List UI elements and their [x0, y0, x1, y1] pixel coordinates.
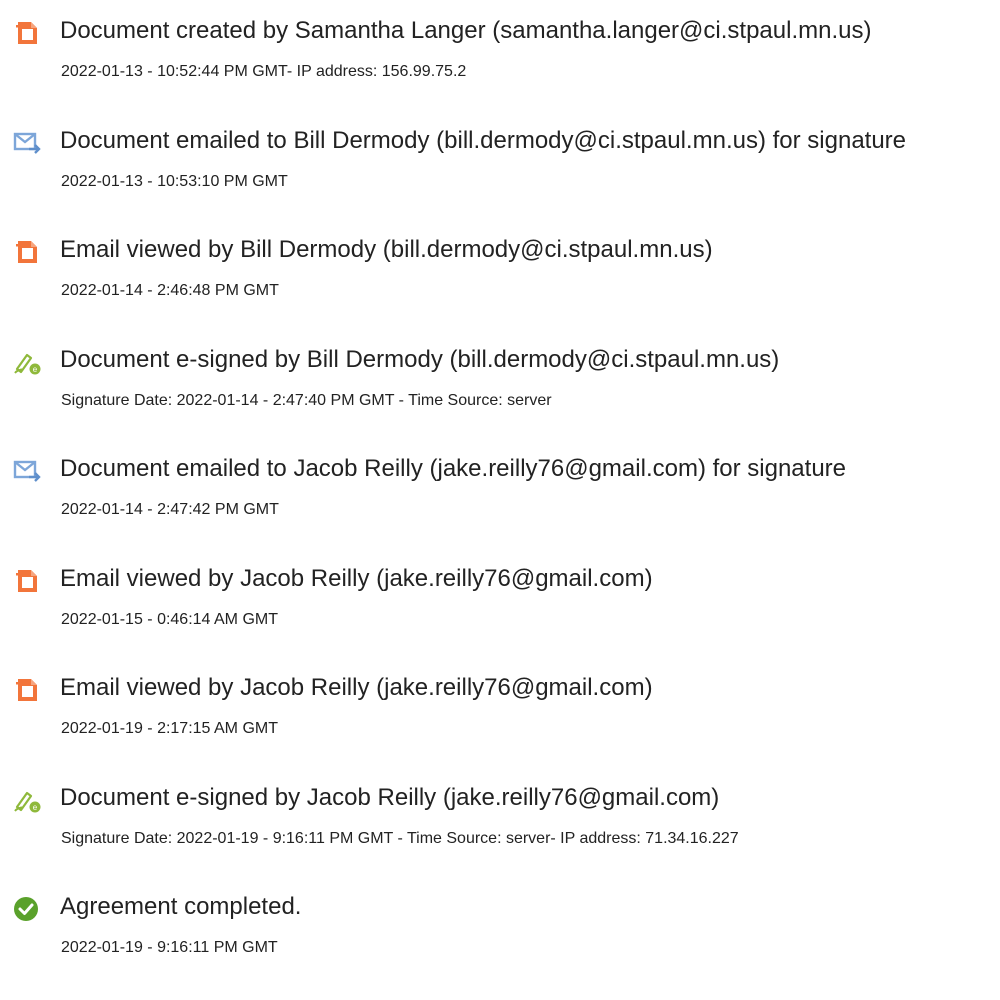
document-viewed-icon — [12, 237, 42, 267]
event-detail: Signature Date: 2022-01-14 - 2:47:40 PM … — [61, 391, 552, 409]
document-viewed-icon — [12, 566, 42, 596]
event-detail: Signature Date: 2022-01-19 - 9:16:11 PM … — [61, 829, 739, 847]
audit-event-esigned: e Document e-signed by Bill Dermody (bil… — [12, 343, 992, 453]
event-detail: 2022-01-13 - 10:53:10 PM GMT — [61, 172, 288, 190]
event-detail: 2022-01-15 - 0:46:14 AM GMT — [61, 610, 278, 628]
event-detail: 2022-01-13 - 10:52:44 PM GMT- IP address… — [61, 63, 467, 80]
audit-event-completed: Agreement completed. 2022-01-19 - 9:16:1… — [12, 890, 992, 1000]
audit-event-emailed: Document emailed to Jacob Reilly (jake.r… — [12, 452, 992, 562]
audit-event-email-viewed: Email viewed by Bill Dermody (bill.dermo… — [12, 233, 992, 343]
event-title: Agreement completed. — [60, 893, 302, 920]
event-detail: 2022-01-14 - 2:47:42 PM GMT — [61, 501, 279, 518]
audit-event-email-viewed: Email viewed by Jacob Reilly (jake.reill… — [12, 562, 992, 672]
event-title: Email viewed by Jacob Reilly (jake.reill… — [60, 564, 653, 592]
event-title: Document emailed to Jacob Reilly (jake.r… — [60, 455, 847, 482]
event-title: Email viewed by Bill Dermody (bill.dermo… — [60, 236, 713, 263]
audit-trail-list: Document created by Samantha Langer (sam… — [12, 0, 992, 1000]
esign-pen-icon: e — [12, 347, 42, 377]
event-title: Email viewed by Jacob Reilly (jake.reill… — [60, 674, 653, 701]
audit-event-esigned: e Document e-signed by Jacob Reilly (jak… — [12, 781, 992, 891]
email-sent-icon — [12, 456, 42, 486]
event-title: Document created by Samantha Langer (sam… — [60, 17, 872, 44]
svg-text:e: e — [33, 365, 38, 374]
email-sent-icon — [12, 128, 42, 158]
event-detail: 2022-01-14 - 2:46:48 PM GMT — [61, 282, 279, 299]
event-title: Document e-signed by Jacob Reilly (jake.… — [60, 783, 720, 811]
event-detail: 2022-01-19 - 2:17:15 AM GMT — [61, 720, 278, 737]
svg-text:e: e — [33, 803, 38, 812]
document-viewed-icon — [12, 675, 42, 705]
event-detail: 2022-01-19 - 9:16:11 PM GMT — [61, 939, 278, 956]
esign-pen-icon: e — [12, 785, 42, 815]
event-title: Document e-signed by Bill Dermody (bill.… — [60, 345, 780, 373]
audit-event-emailed: Document emailed to Bill Dermody (bill.d… — [12, 124, 992, 234]
completed-check-icon — [12, 894, 42, 924]
audit-event-email-viewed: Email viewed by Jacob Reilly (jake.reill… — [12, 671, 992, 781]
document-created-icon — [12, 18, 42, 48]
event-title: Document emailed to Bill Dermody (bill.d… — [60, 126, 907, 154]
audit-event-document-created: Document created by Samantha Langer (sam… — [12, 14, 992, 124]
